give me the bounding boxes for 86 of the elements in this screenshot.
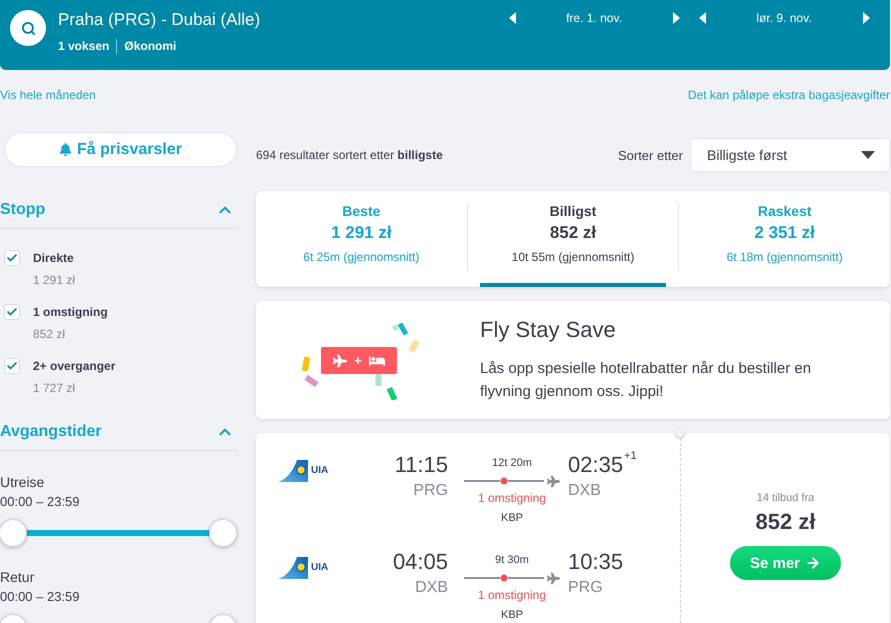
sort-tab-duration: 10t 55m (gjennomsnitt) [512, 249, 634, 265]
route-line-icon [464, 574, 544, 582]
month-view-link[interactable]: Vis hele måneden [0, 87, 96, 103]
slider-thumb[interactable] [0, 519, 27, 547]
see-more-button[interactable]: Se mer [730, 546, 841, 580]
offers-count: 14 tilbud fra [756, 491, 814, 505]
check-icon [6, 252, 18, 264]
passenger-count: 1 voksen [58, 38, 110, 54]
slider-thumb[interactable] [209, 519, 237, 547]
route-title[interactable]: Praha (PRG) - Dubai (Alle) [58, 10, 260, 30]
airline-name: UIA [311, 465, 328, 477]
sort-label: Sorter etter [618, 148, 683, 162]
filter-option-label: 2+ overganger [33, 358, 116, 374]
sort-tab-title: Beste [342, 202, 380, 220]
arrival-airport: PRG [568, 578, 603, 598]
filter-option-price: 1 291 zł [33, 272, 76, 288]
sort-tab[interactable]: Beste 1 291 zł 6t 25m (gjennomsnitt) [268, 191, 455, 287]
airplane-icon [333, 354, 348, 368]
departure-time: 04:05 [392, 549, 448, 575]
sort-tab-title: Billigst [550, 202, 596, 220]
check-icon [6, 306, 18, 318]
next-date-button[interactable] [860, 11, 872, 25]
ticket-notch-icon [674, 427, 686, 439]
departure-airport: DXB [415, 578, 448, 598]
check-icon [6, 360, 18, 372]
departure-time: 11:15 [394, 452, 448, 478]
time-range-text: 00:00 – 23:59 [0, 589, 81, 605]
sort-tab[interactable]: Raskest 2 351 zł 6t 18m (gjennomsnitt) [691, 191, 878, 287]
airplane-icon [547, 474, 560, 488]
caret-right-icon [862, 12, 870, 24]
date-label[interactable]: lør. 9. nov. [708, 10, 860, 26]
baggage-fee-link[interactable]: Det kan påløpe ekstra bagasjeavgifter [688, 87, 890, 103]
time-range-text: 00:00 – 23:59 [0, 494, 81, 510]
airplane-icon [547, 572, 560, 584]
filter-option-label: Direkte [33, 250, 75, 266]
filter-option-price: 852 zł [33, 326, 66, 342]
date-label[interactable]: fre. 1. nov. [518, 10, 670, 26]
flight-duration: 9t 30m [495, 553, 529, 567]
airline-logo-icon [278, 460, 308, 482]
day-offset-label: +1 [624, 450, 637, 462]
results-summary: 694 resultater sortert etter billigste [256, 148, 443, 162]
promo-title: Fly Stay Save [480, 317, 617, 343]
route-line-icon [464, 477, 544, 485]
sort-tab-price: 2 351 zł [754, 222, 815, 244]
arrow-right-icon [805, 555, 822, 571]
stop-checkbox[interactable] [4, 250, 20, 266]
filter-section-title: Avgangstider [0, 422, 102, 442]
promo-text: Lås opp spesielle hotellrabatter når du bestiller en flyvning gjennom oss. Jippi! [480, 359, 812, 402]
search-button[interactable] [10, 10, 46, 46]
caret-right-icon [672, 12, 680, 24]
stops-count: 1 omstigning [478, 491, 546, 506]
time-range-slider[interactable] [0, 519, 237, 547]
search-icon [20, 20, 36, 36]
sort-tab-price: 852 zł [550, 222, 596, 244]
departure-airport: PRG [413, 481, 448, 501]
sort-tab-duration: 6t 18m (gjennomsnitt) [726, 249, 843, 265]
next-date-button[interactable] [670, 11, 682, 25]
sort-dropdown[interactable]: Billigste først [690, 138, 890, 172]
arrival-airport: DXB [568, 481, 601, 501]
slider-label: Retur [0, 569, 36, 585]
airline-logo-icon [278, 557, 308, 579]
flight-price: 852 zł [756, 509, 816, 535]
cabin-class: Økonomi [124, 38, 176, 54]
sort-tab[interactable]: Billigst 852 zł 10t 55m (gjennomsnitt) [480, 191, 666, 287]
layover-airport: KBP [500, 511, 523, 525]
airline-name: UIA [311, 562, 328, 574]
arrival-time: 10:35 [568, 549, 624, 575]
filter-section-title: Stopp [0, 200, 46, 220]
arrival-time: 02:35 [568, 452, 624, 478]
caret-down-icon [861, 151, 875, 159]
filter-option-label: 1 omstigning [33, 304, 108, 320]
bell-icon [59, 143, 72, 156]
caret-left-icon [508, 12, 516, 24]
stops-count: 1 omstigning [478, 588, 546, 603]
flight-duration: 12t 20m [492, 456, 532, 470]
stop-checkbox[interactable] [4, 358, 20, 374]
filter-option-price: 1 727 zł [33, 380, 76, 396]
price-alert-button[interactable]: Få prisvarsler [4, 132, 237, 167]
slider-label: Utreise [0, 474, 46, 490]
sort-tab-duration: 6t 25m (gjennomsnitt) [303, 249, 420, 265]
sort-tab-title: Raskest [758, 202, 812, 220]
sort-tab-price: 1 291 zł [331, 222, 392, 244]
stop-checkbox[interactable] [4, 304, 20, 320]
plus-sign: + [354, 354, 362, 368]
layover-airport: KBP [500, 608, 523, 622]
caret-left-icon [698, 12, 706, 24]
